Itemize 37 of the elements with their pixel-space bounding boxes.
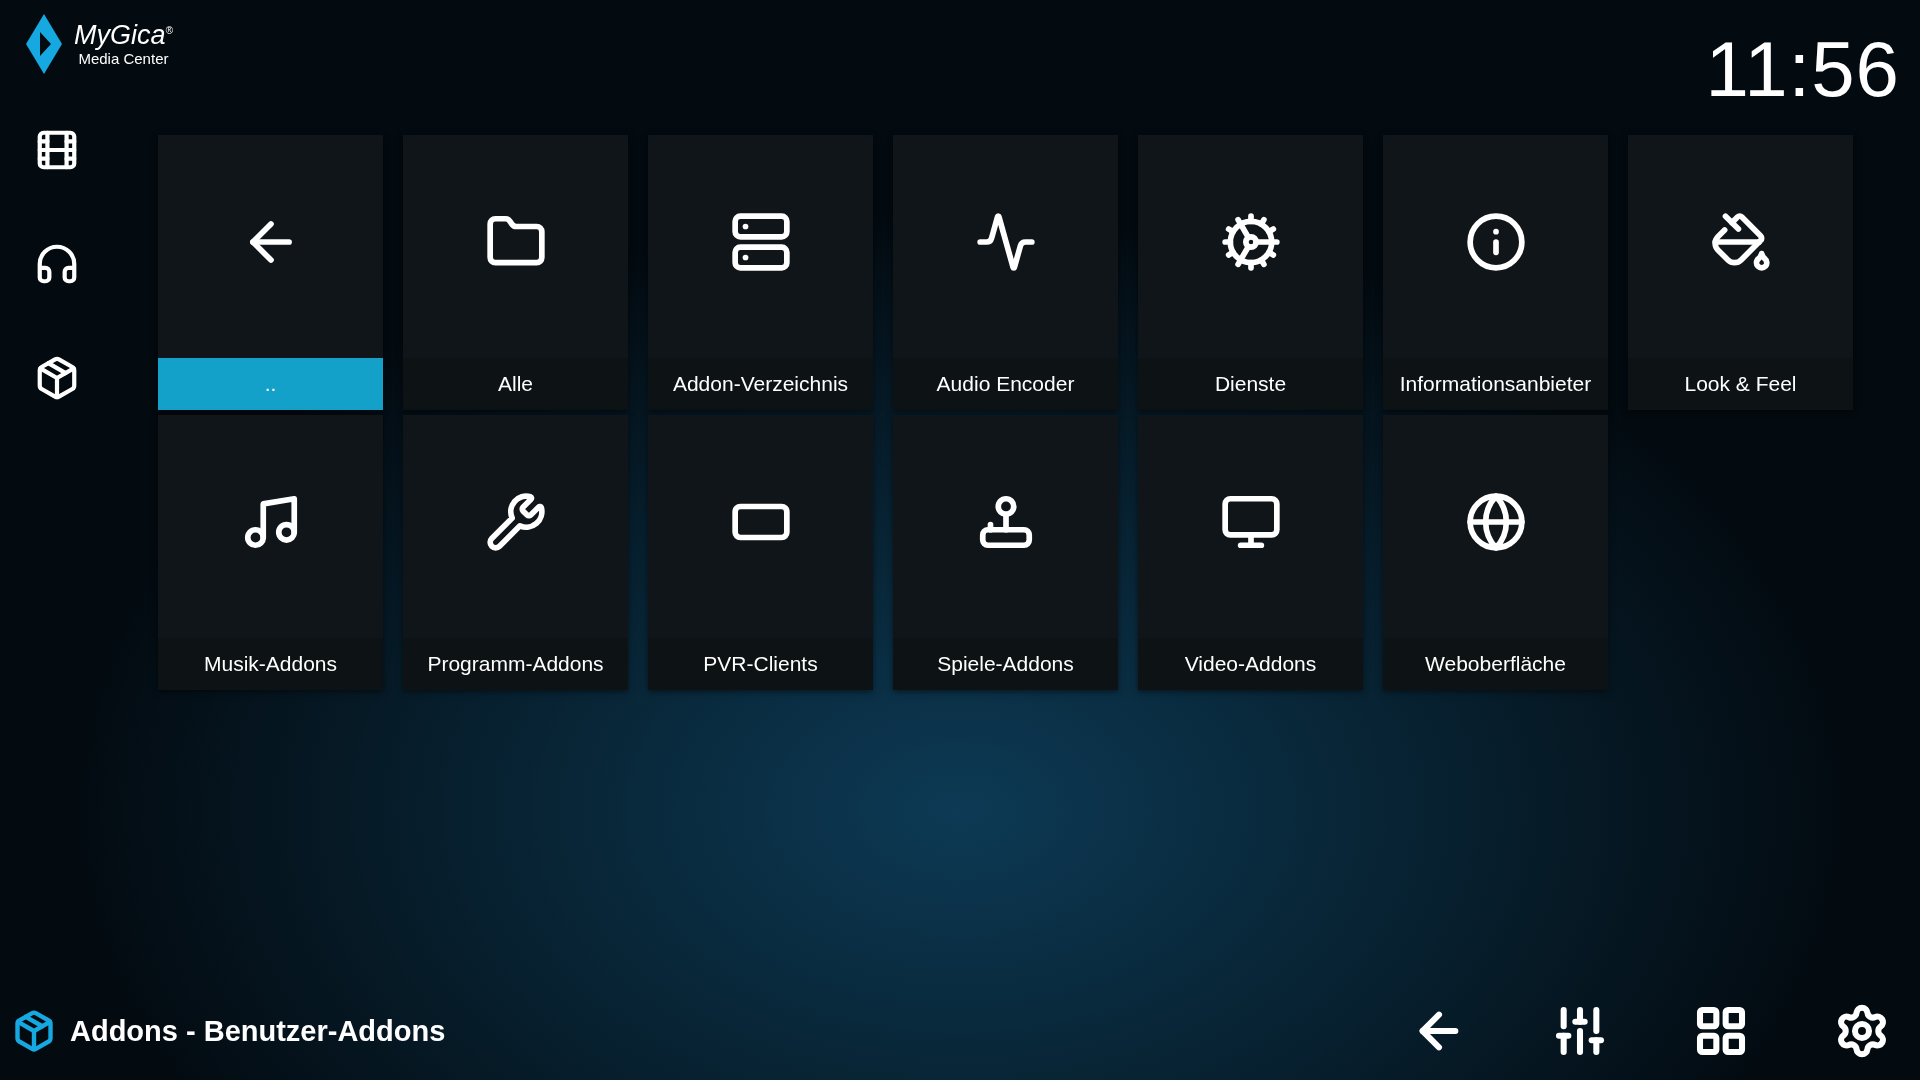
tile-label: Spiele-Addons (893, 638, 1118, 690)
logo-diamond-icon (24, 12, 64, 76)
addon-tile[interactable]: Spiele-Addons (893, 415, 1118, 690)
tile-label: Addon-Verzeichnis (648, 358, 873, 410)
info-icon (1464, 210, 1527, 273)
tile-label: Musik-Addons (158, 638, 383, 690)
tile-label: Video-Addons (1138, 638, 1363, 690)
tile-label: PVR-Clients (648, 638, 873, 690)
wrench-icon (484, 490, 547, 553)
clock: 11:56 (1705, 30, 1900, 108)
tile-label: Look & Feel (1628, 358, 1853, 410)
tile-label: Dienste (1138, 358, 1363, 410)
server-icon (729, 210, 792, 273)
globe-icon (1464, 490, 1527, 553)
brand-name: MyGica$^{®}$ (74, 20, 173, 51)
addon-tile[interactable]: Weboberfläche (1383, 415, 1608, 690)
tile-label: Programm-Addons (403, 638, 628, 690)
paint-bucket-icon (1709, 210, 1772, 273)
addon-tile[interactable]: PVR-Clients (648, 415, 873, 690)
addon-tile[interactable]: Musik-Addons (158, 415, 383, 690)
addon-tile[interactable]: Programm-Addons (403, 415, 628, 690)
tile-label: Alle (403, 358, 628, 410)
page-title: Addons - Benutzer-Addons (70, 1014, 446, 1048)
tile-label: Informationsanbieter (1383, 358, 1608, 410)
addon-tile[interactable]: Video-Addons (1138, 415, 1363, 690)
tile-label: Weboberfläche (1383, 638, 1608, 690)
addon-tile[interactable]: Look & Feel (1628, 135, 1853, 410)
addon-tile[interactable]: Alle (403, 135, 628, 410)
addon-tile[interactable]: Addon-Verzeichnis (648, 135, 873, 410)
addon-tile[interactable]: Informationsanbieter (1383, 135, 1608, 410)
addon-box-icon (12, 1009, 56, 1053)
tile-label: Audio Encoder (893, 358, 1118, 410)
addon-tile[interactable]: Audio Encoder (893, 135, 1118, 410)
addon-tile[interactable]: Dienste (1138, 135, 1363, 410)
pulse-icon (974, 210, 1037, 273)
tile-label: .. (158, 358, 383, 410)
brand-subtitle: Media Center (78, 50, 169, 68)
